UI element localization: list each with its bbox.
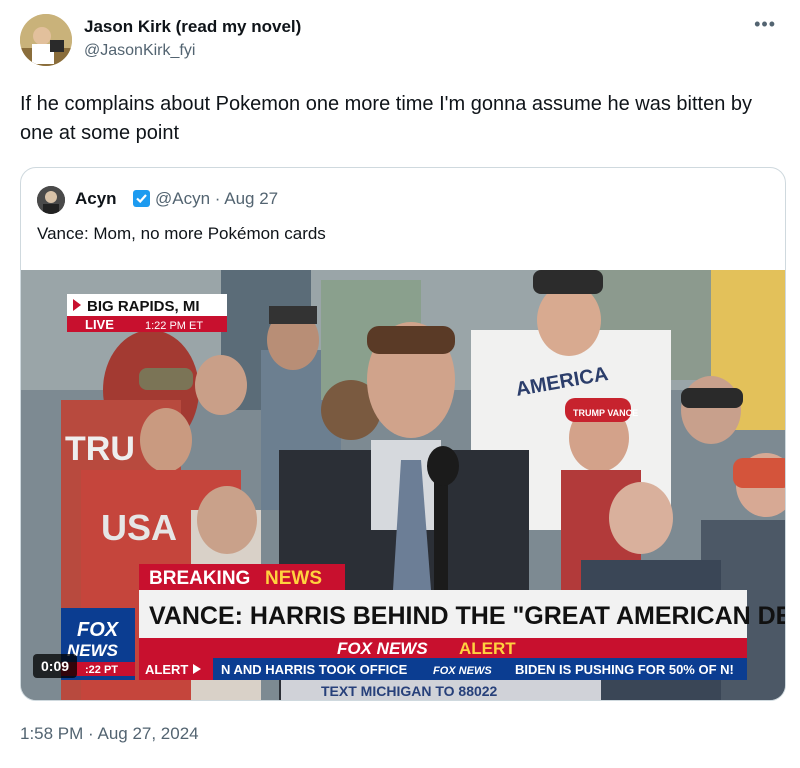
quoted-author-avatar[interactable] bbox=[37, 186, 65, 214]
tweet-text: If he complains about Pokemon one more t… bbox=[20, 93, 752, 144]
shirt-text-tru: TRU bbox=[65, 430, 135, 468]
alert-brand: FOX NEWS bbox=[337, 639, 428, 658]
alert-word: ALERT bbox=[459, 639, 516, 658]
shirt-text-usa: USA bbox=[101, 507, 177, 548]
quoted-author-handle[interactable]: @Acyn bbox=[155, 189, 210, 208]
video-player[interactable]: AMERICA USA TRU TRUMP VANCE BIG RAPIDS, … bbox=[21, 270, 785, 700]
quoted-tweet[interactable]: Acyn @Acyn · Aug 27 Vance: Mom, no more … bbox=[20, 167, 786, 701]
verified-badge-icon bbox=[133, 190, 150, 207]
quoted-author-name[interactable]: Acyn bbox=[75, 189, 117, 209]
tweet-timestamp[interactable]: 1:58 PM · Aug 27, 2024 bbox=[20, 724, 199, 744]
logo-fox: FOX bbox=[77, 619, 120, 641]
quoted-meta: @Acyn · Aug 27 bbox=[155, 189, 278, 209]
author-handle[interactable]: @JasonKirk_fyi bbox=[84, 42, 195, 60]
ticker-brand: FOX NEWS bbox=[433, 665, 492, 677]
bottom-banner-text: TEXT MICHIGAN TO 88022 bbox=[321, 683, 498, 699]
live-time: 1:22 PM ET bbox=[145, 320, 203, 332]
hat-text: TRUMP VANCE bbox=[573, 408, 638, 418]
ticker-label: ALERT bbox=[145, 662, 188, 677]
quoted-text: Vance: Mom, no more Pokémon cards bbox=[37, 224, 326, 243]
ticker-text-1: N AND HARRIS TOOK OFFICE bbox=[221, 662, 408, 677]
author-avatar[interactable] bbox=[20, 14, 72, 66]
video-frame: AMERICA USA TRU TRUMP VANCE BIG RAPIDS, … bbox=[21, 270, 785, 700]
author-name[interactable]: Jason Kirk (read my novel) bbox=[84, 17, 301, 37]
ticker-text-2: BIDEN IS PUSHING FOR 50% OF N! bbox=[515, 662, 734, 677]
quoted-date[interactable]: · Aug 27 bbox=[215, 189, 278, 208]
live-label: LIVE bbox=[85, 317, 114, 332]
breaking-label: BREAKING bbox=[149, 568, 250, 589]
news-label: NEWS bbox=[265, 568, 322, 589]
video-duration: 0:09 bbox=[33, 654, 78, 678]
location-label: BIG RAPIDS, MI bbox=[87, 298, 200, 315]
logo-time: :22 PT bbox=[85, 664, 118, 676]
headline-text: VANCE: HARRIS BEHIND THE "GREAT AMERICAN… bbox=[149, 602, 785, 630]
more-options-icon[interactable]: ••• bbox=[754, 14, 776, 35]
